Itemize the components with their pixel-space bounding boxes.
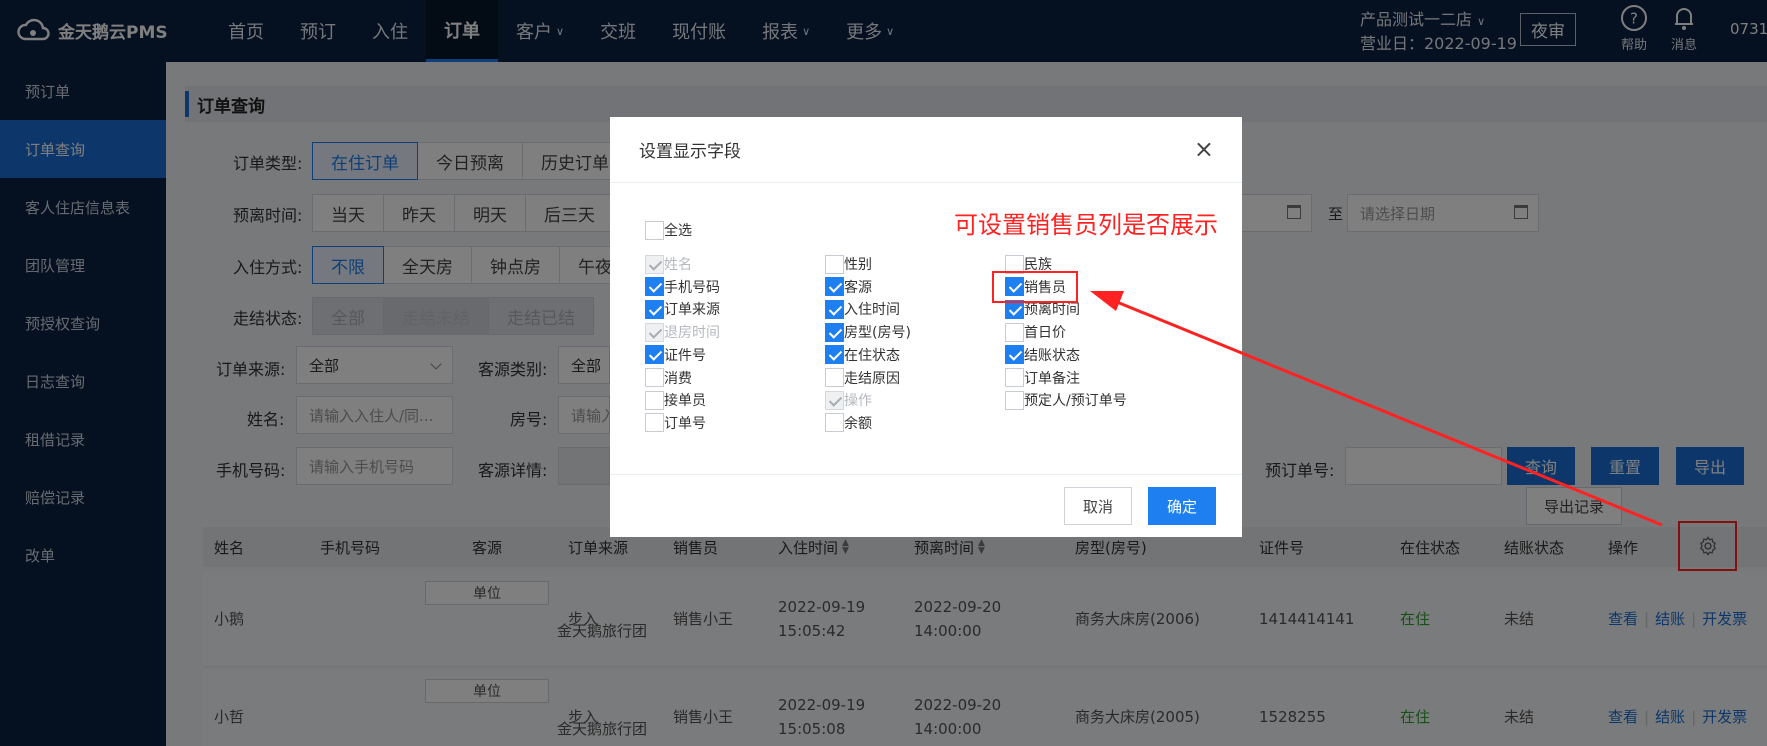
annotation-arrow (1090, 291, 1663, 527)
